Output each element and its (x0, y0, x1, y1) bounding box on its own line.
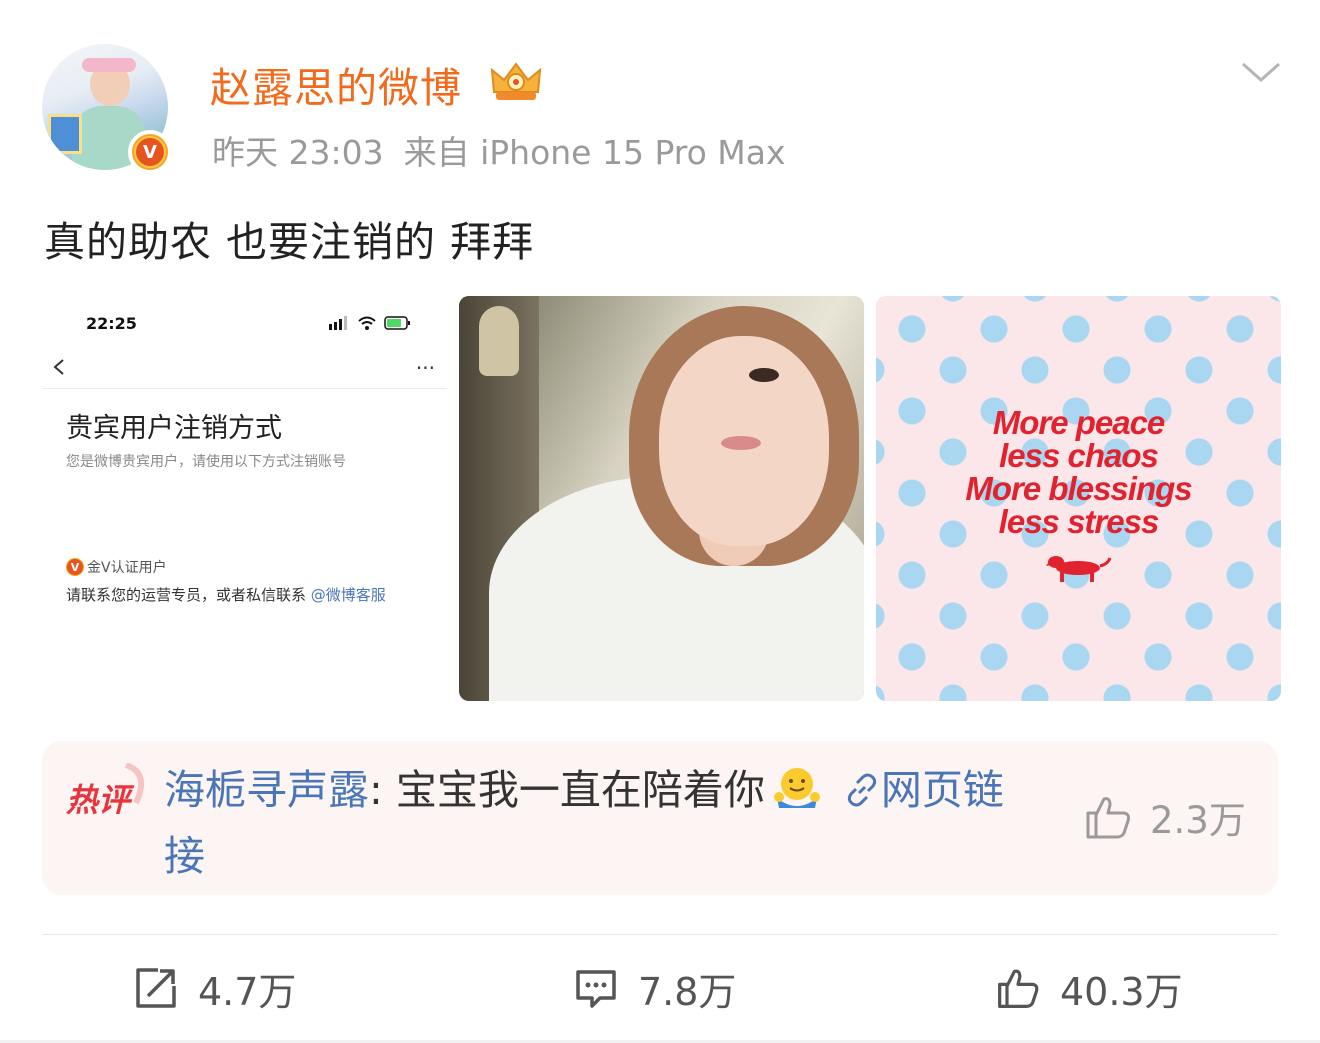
divider (42, 934, 1278, 935)
repost-count: 4.7万 (198, 969, 297, 1014)
hot-comment-text: 海栀寻声露: 宝宝我一直在陪着你 网页链接 (164, 757, 1044, 889)
repost-icon (136, 968, 176, 1008)
image-selfie[interactable] (459, 296, 864, 701)
post-text: 真的助农 也要注销的 拜拜 (44, 218, 535, 266)
comment-icon (576, 970, 616, 1008)
action-bar: 4.7万 7.8万 40.3万 (0, 950, 1320, 1026)
post-meta: 昨天 23:03 来自 iPhone 15 Pro Max (212, 126, 786, 174)
divider (42, 388, 447, 389)
hot-label-text: 热评 (66, 781, 135, 819)
gold-v-icon: V (66, 558, 84, 576)
thumb-up-icon (998, 969, 1039, 1008)
comment-button[interactable]: 7.8万 (574, 962, 736, 1014)
image-quote[interactable]: More peace less chaos More blessings les… (876, 296, 1281, 701)
post-time: 昨天 23:03 (212, 133, 384, 172)
image-screenshot[interactable]: 22:25 ··· 贵宾用户注销方式 您是微博贵宾用户，请使用以下方式注销账号 … (42, 296, 447, 701)
dachshund-icon (1046, 556, 1112, 582)
verified-badge-icon: V (128, 130, 172, 174)
back-icon[interactable] (52, 358, 66, 376)
like-count: 40.3万 (1060, 969, 1183, 1014)
username[interactable]: 赵露思的微博 (210, 54, 462, 114)
more-icon[interactable]: ··· (416, 356, 435, 380)
commenter-name[interactable]: 海栀寻声露 (164, 766, 369, 814)
hot-comment[interactable]: 热评 海栀寻声露: 宝宝我一直在陪着你 网页链接 2.3万 (42, 741, 1278, 895)
repost-button[interactable]: 4.7万 (134, 962, 296, 1014)
gold-v-label: 金V认证用户 (87, 560, 167, 576)
customer-service-link[interactable]: @微博客服 (311, 586, 386, 604)
screenshot-title: 贵宾用户注销方式 (66, 413, 282, 444)
post-header: V 赵露思的微博 昨天 23:03 来自 iPhone 15 Pro Max (0, 0, 1320, 190)
comment-body: : 宝宝我一直在陪着你 (369, 766, 765, 814)
status-time: 22:25 (86, 314, 137, 333)
post-images: 22:25 ··· 贵宾用户注销方式 您是微博贵宾用户，请使用以下方式注销账号 … (42, 296, 1282, 701)
quote-text: More peace less chaos More blessings les… (965, 404, 1192, 540)
chevron-down-icon[interactable] (1240, 58, 1282, 86)
post-source: 来自 iPhone 15 Pro Max (403, 133, 786, 172)
screenshot-subtitle: 您是微博贵宾用户，请使用以下方式注销账号 (66, 454, 346, 470)
hot-comment-like-count: 2.3万 (1150, 799, 1246, 842)
crown-icon[interactable] (488, 58, 544, 104)
status-icons (329, 316, 410, 330)
hot-comment-icon: 热评 (66, 763, 145, 819)
thumb-up-icon (1086, 797, 1130, 839)
link-icon[interactable] (843, 771, 881, 809)
like-button[interactable]: 40.3万 (996, 962, 1183, 1014)
comment-count: 7.8万 (638, 969, 737, 1014)
screenshot-contact: 请联系您的运营专员，或者私信联系 @微博客服 (66, 586, 386, 604)
hot-comment-like-button[interactable]: 2.3万 (1084, 793, 1246, 842)
hug-emoji-icon (773, 768, 820, 808)
